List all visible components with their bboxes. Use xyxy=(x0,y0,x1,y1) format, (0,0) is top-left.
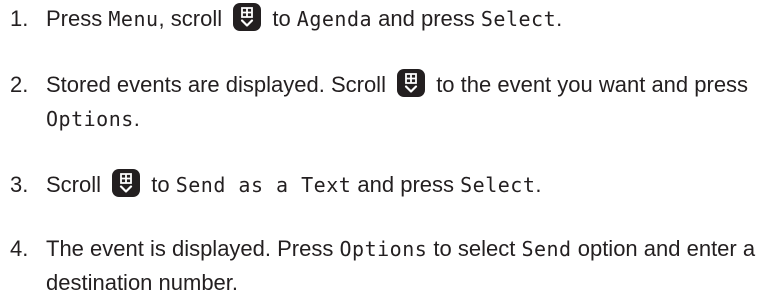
step-number: 1. xyxy=(10,6,29,31)
nav-key-icon xyxy=(112,169,141,197)
softkey-label: Select xyxy=(460,173,536,197)
softkey-label: Send xyxy=(521,237,572,261)
step-number: 2. xyxy=(10,72,29,97)
softkey-label: Options xyxy=(46,107,134,131)
softkey-label: Agenda xyxy=(296,7,373,31)
softkey-label: Select xyxy=(480,7,557,31)
step-number: 4. xyxy=(10,236,29,261)
step-text-run: and press xyxy=(372,6,481,31)
step-text-run: . xyxy=(556,6,563,31)
step-text-run: . xyxy=(535,172,542,197)
step-text-run: , scroll xyxy=(158,6,229,31)
step-text-run: to select xyxy=(427,236,522,261)
step-text-run: Press xyxy=(46,6,109,31)
nav-key-icon xyxy=(233,3,262,31)
step-text: Press Menu, scroll to Agenda and press S… xyxy=(46,2,760,36)
step-text-run: to xyxy=(145,172,176,197)
step-text-run: . xyxy=(133,106,140,131)
step-text-run: The event is displayed. Press xyxy=(46,236,340,261)
step-text: Stored events are displayed. Scroll to t… xyxy=(46,68,760,136)
softkey-label: Menu xyxy=(108,7,159,31)
step-number: 3. xyxy=(10,172,29,197)
softkey-label: Send as a Text xyxy=(175,173,352,197)
softkey-label: Options xyxy=(339,237,428,261)
step-text: Scroll to Send as a Text and press Selec… xyxy=(46,168,760,202)
step-text-run: to xyxy=(266,6,297,31)
step-text: The event is displayed. Press Options to… xyxy=(46,232,760,300)
nav-key-icon xyxy=(397,69,426,97)
step-text-run: to the event you want and press xyxy=(430,72,749,97)
step-text-run: Scroll xyxy=(46,172,108,197)
step-text-run: and press xyxy=(351,172,461,197)
step-text-run: Stored events are displayed. Scroll xyxy=(46,72,393,97)
